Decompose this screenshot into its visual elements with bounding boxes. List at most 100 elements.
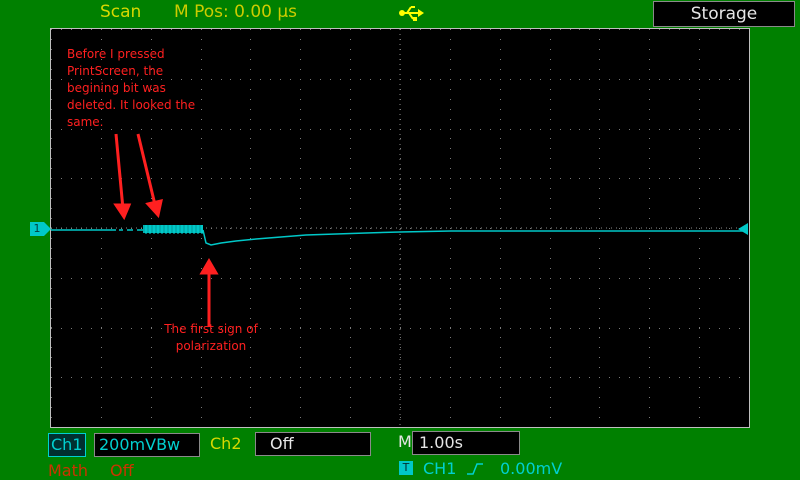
grid-dot	[250, 178, 251, 179]
grid-dot	[619, 29, 620, 30]
grid-dot	[649, 198, 650, 199]
grid-dot	[270, 178, 271, 179]
annotation-deleted-note: Before I pressed PrintScreen, the begini…	[67, 47, 196, 129]
grid-dot	[500, 298, 501, 299]
grid-dot	[450, 298, 451, 299]
ground-marker-icon[interactable]: 1	[30, 222, 51, 236]
grid-dot	[201, 188, 202, 189]
trigger-source[interactable]: CH1	[423, 459, 456, 478]
grid-dot	[490, 29, 491, 30]
grid-dot	[310, 278, 311, 279]
grid-dot	[400, 268, 401, 269]
grid-dot	[350, 119, 351, 120]
grid-dot	[51, 148, 52, 149]
grid-dot	[570, 178, 571, 179]
grid-dot	[699, 29, 700, 30]
grid-dot	[589, 328, 590, 329]
math-state[interactable]: Off	[110, 461, 134, 480]
grid-dot	[151, 367, 152, 368]
grid-dot	[101, 377, 102, 378]
grid-dot	[500, 109, 501, 110]
grid-dot	[699, 258, 700, 259]
grid-dot	[201, 407, 202, 408]
grid-dot	[201, 39, 202, 40]
grid-dot	[221, 178, 222, 179]
grid-dot	[250, 218, 251, 219]
grid-dot	[400, 367, 401, 368]
trigger-level-icon[interactable]	[738, 223, 748, 235]
grid-dot	[260, 377, 261, 378]
grid-dot	[300, 79, 301, 80]
grid-dot	[490, 178, 491, 179]
grid-dot	[500, 198, 501, 199]
grid-dot	[370, 178, 371, 179]
grid-dot	[71, 29, 72, 30]
grid-dot	[201, 198, 202, 199]
grid-dot	[609, 178, 610, 179]
grid-dot	[450, 407, 451, 408]
grid-dot	[500, 347, 501, 348]
grid-dot	[619, 328, 620, 329]
grid-dot	[380, 228, 381, 229]
grid-dot	[300, 258, 301, 259]
grid-dot	[739, 328, 740, 329]
grid-dot	[201, 268, 202, 269]
ch2-state[interactable]: Off	[255, 432, 371, 456]
grid-dot	[250, 367, 251, 368]
grid-dot	[579, 178, 580, 179]
grid-dot	[649, 178, 650, 179]
grid-dot	[609, 228, 610, 229]
grid-dot	[450, 129, 451, 130]
grid-dot	[350, 278, 351, 279]
grid-dot	[51, 327, 52, 328]
grid-dot	[659, 328, 660, 329]
grid-dot	[101, 328, 102, 329]
grid-dot	[599, 387, 600, 388]
grid-dot	[500, 188, 501, 189]
grid-dot	[250, 168, 251, 169]
grid-dot	[250, 119, 251, 120]
grid-dot	[330, 228, 331, 229]
grid-dot	[639, 79, 640, 80]
grid-dot	[699, 328, 700, 329]
grid-dot	[450, 268, 451, 269]
grid-dot	[141, 29, 142, 30]
grid-dot	[290, 178, 291, 179]
grid-dot	[550, 397, 551, 398]
grid-dot	[250, 109, 251, 110]
storage-menu-title[interactable]: Storage	[653, 1, 795, 27]
grid-dot	[370, 228, 371, 229]
grid-dot	[151, 158, 152, 159]
grid-dot	[649, 218, 650, 219]
grid-dot	[201, 377, 202, 378]
grid-dot	[400, 208, 401, 209]
grid-dot	[689, 29, 690, 30]
grid-dot	[550, 367, 551, 368]
grid-dot	[450, 109, 451, 110]
math-label[interactable]: Math	[48, 461, 88, 480]
ch1-scale[interactable]: 200mVBw	[94, 433, 200, 457]
grid-dot	[340, 29, 341, 30]
grid-dot	[579, 377, 580, 378]
ch2-label[interactable]: Ch2	[210, 434, 242, 453]
trigger-level[interactable]: 0.00mV	[500, 459, 562, 478]
grid-dot	[400, 377, 401, 378]
grid-dot	[101, 397, 102, 398]
grid-dot	[350, 129, 351, 130]
grid-dot	[450, 357, 451, 358]
grid-dot	[629, 29, 630, 30]
grid-dot	[649, 148, 650, 149]
timebase-value[interactable]: 1.00s	[412, 431, 520, 455]
grid-dot	[599, 109, 600, 110]
grid-dot	[111, 328, 112, 329]
grid-dot	[61, 29, 62, 30]
grid-dot	[350, 218, 351, 219]
grid-dot	[390, 328, 391, 329]
ch1-label[interactable]: Ch1	[48, 433, 86, 457]
grid-dot	[300, 278, 301, 279]
grid-dot	[151, 357, 152, 358]
grid-dot	[609, 79, 610, 80]
grid-dot	[470, 377, 471, 378]
grid-dot	[171, 178, 172, 179]
grid-dot	[320, 278, 321, 279]
